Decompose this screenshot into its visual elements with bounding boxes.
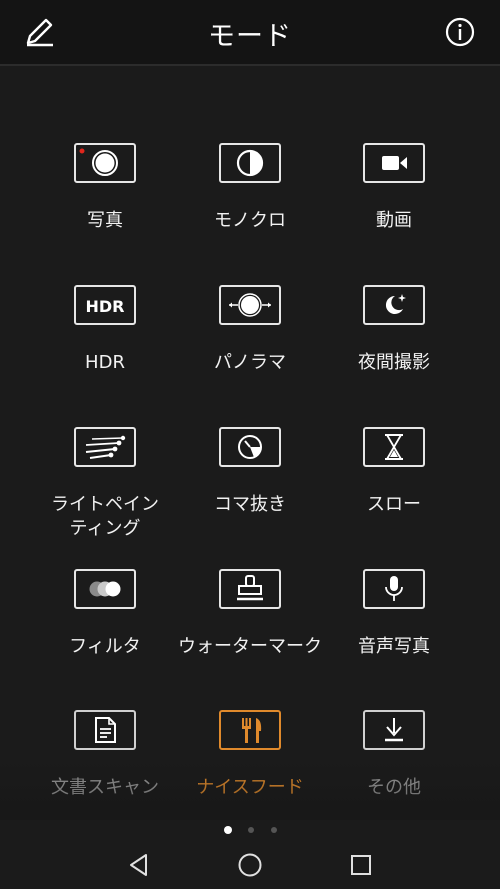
microphone-icon [385, 576, 403, 601]
page-dot [271, 827, 277, 833]
mode-label: スロー [367, 494, 421, 515]
recents-icon [351, 855, 371, 875]
home-button[interactable] [233, 848, 267, 882]
page-dot-active [224, 826, 232, 834]
fork-knife-icon [242, 718, 262, 743]
back-button[interactable] [122, 848, 156, 882]
back-icon [130, 854, 147, 876]
photo-icon [79, 148, 118, 176]
download-icon [385, 718, 403, 742]
light-painting-icon [85, 435, 126, 459]
video-icon [382, 156, 407, 170]
panorama-icon [229, 293, 271, 317]
mode-label: 音声写真 [358, 636, 430, 657]
page-indicator [0, 824, 500, 836]
filter-icon [89, 581, 121, 597]
svg-text:HDR: HDR [86, 297, 125, 316]
watermark-stamp-icon [237, 575, 263, 601]
monochrome-icon [236, 149, 264, 177]
time-lapse-icon [238, 435, 262, 459]
home-icon [238, 853, 262, 877]
night-icon [385, 294, 406, 314]
mode-label: 動画 [376, 210, 412, 231]
hourglass-icon [385, 434, 403, 460]
hdr-icon: HDR [86, 297, 125, 316]
mode-label: 夜間撮影 [358, 352, 430, 373]
system-navigation-bar [0, 840, 500, 889]
mode-label: その他 [367, 777, 421, 798]
page-dot [248, 827, 254, 833]
mode-grid: 写真 モノクロ 動画 HDR HDR パノラマ 夜間撮影 ライトペイン ティング… [0, 0, 500, 889]
document-icon [95, 717, 116, 743]
recents-button[interactable] [344, 848, 378, 882]
